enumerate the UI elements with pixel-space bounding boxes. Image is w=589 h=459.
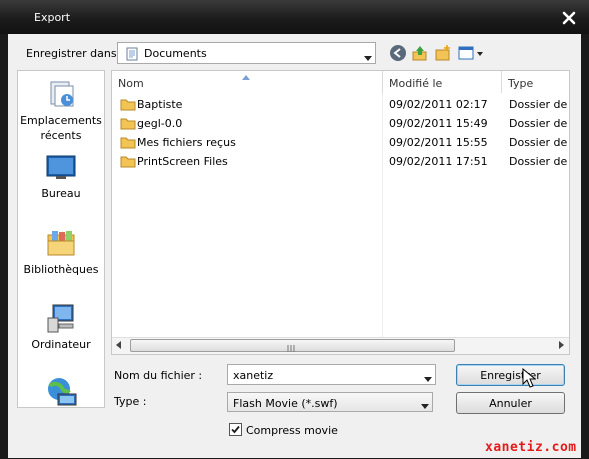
file-type-select[interactable]: Flash Movie (*.swf) xyxy=(227,392,433,412)
folder-icon xyxy=(120,137,136,149)
file-type: Dossier de f xyxy=(509,136,568,149)
file-name: Mes fichiers reçus xyxy=(137,136,236,149)
compress-movie-label: Compress movie xyxy=(246,424,338,437)
place-label: Bibliothèques xyxy=(23,263,99,276)
chevron-down-icon xyxy=(364,51,372,64)
file-name: gegl-0.0 xyxy=(137,117,183,130)
sort-ascending-icon xyxy=(242,70,250,83)
column-header-label: Nom xyxy=(118,77,144,90)
place-desktop[interactable]: Bureau xyxy=(17,153,105,201)
place-recent[interactable]: Emplacements récents xyxy=(17,78,105,143)
place-label: Bureau xyxy=(41,187,81,200)
table-row[interactable]: Baptiste 09/02/2011 02:17 Dossier de f xyxy=(118,96,568,113)
file-modified: 09/02/2011 02:17 xyxy=(389,98,488,111)
back-arrow-icon xyxy=(390,45,406,61)
filename-label: Nom du fichier : xyxy=(114,369,203,382)
place-computer[interactable]: Ordinateur xyxy=(17,302,105,352)
up-folder-button[interactable] xyxy=(411,44,429,62)
title-bar xyxy=(0,0,589,34)
folder-icon xyxy=(120,156,136,168)
close-icon xyxy=(562,11,576,25)
cancel-button-label: Annuler xyxy=(489,397,532,410)
checkmark-icon xyxy=(231,425,240,434)
libraries-icon xyxy=(47,231,75,256)
file-name: Baptiste xyxy=(137,98,183,111)
up-folder-icon xyxy=(412,46,427,61)
location-value: Documents xyxy=(144,47,207,60)
file-name: PrintScreen Files xyxy=(137,155,228,168)
new-folder-button[interactable] xyxy=(434,44,452,62)
table-row[interactable]: PrintScreen Files 09/02/2011 17:51 Dossi… xyxy=(118,153,568,170)
documents-icon xyxy=(125,47,139,64)
chevron-down-icon xyxy=(421,399,429,412)
close-button[interactable] xyxy=(560,9,578,27)
computer-icon xyxy=(47,304,74,333)
table-row[interactable]: Mes fichiers reçus 09/02/2011 15:55 Doss… xyxy=(118,134,568,151)
file-type: Dossier de f xyxy=(509,98,568,111)
folder-icon xyxy=(120,118,136,130)
scroll-right-icon[interactable] xyxy=(557,340,565,353)
cancel-button[interactable]: Annuler xyxy=(456,392,565,414)
scroll-left-icon[interactable] xyxy=(115,340,123,353)
column-header-type[interactable]: Type xyxy=(502,71,569,93)
network-icon xyxy=(48,378,77,406)
filename-value: xanetiz xyxy=(233,369,274,382)
file-modified: 09/02/2011 15:49 xyxy=(389,117,488,130)
column-header-label: Modifié le xyxy=(389,77,443,90)
place-label: Emplacements récents xyxy=(20,114,102,142)
save-in-label: Enregistrer dans : xyxy=(26,47,124,60)
back-button[interactable] xyxy=(389,44,407,62)
file-type: Dossier de f xyxy=(509,117,568,130)
place-network[interactable] xyxy=(17,376,105,411)
mouse-cursor-icon xyxy=(522,367,537,391)
file-modified: 09/02/2011 15:55 xyxy=(389,136,488,149)
compress-movie-checkbox[interactable] xyxy=(229,423,242,436)
grip-icon xyxy=(287,342,295,355)
watermark: xanetiz.com xyxy=(485,440,577,455)
file-type-value: Flash Movie (*.swf) xyxy=(233,397,338,410)
file-modified: 09/02/2011 17:51 xyxy=(389,155,488,168)
type-label: Type : xyxy=(114,395,147,408)
new-folder-icon xyxy=(435,45,450,61)
place-label: Ordinateur xyxy=(31,338,91,351)
file-type: Dossier de f xyxy=(509,155,568,168)
folder-icon xyxy=(120,99,136,111)
window-title: Export xyxy=(34,11,71,24)
recent-places-icon xyxy=(50,81,74,107)
table-row[interactable]: gegl-0.0 09/02/2011 15:49 Dossier de f xyxy=(118,115,568,132)
view-icon xyxy=(458,46,483,60)
filename-input[interactable]: xanetiz xyxy=(227,364,436,385)
view-menu-button[interactable] xyxy=(458,45,484,61)
column-header-label: Type xyxy=(508,77,534,90)
save-button[interactable]: Enregistrer xyxy=(456,364,565,386)
desktop-icon xyxy=(46,155,76,179)
place-libraries[interactable]: Bibliothèques xyxy=(17,227,105,277)
column-header-modified[interactable]: Modifié le xyxy=(383,71,502,93)
chevron-down-icon[interactable] xyxy=(424,372,432,385)
